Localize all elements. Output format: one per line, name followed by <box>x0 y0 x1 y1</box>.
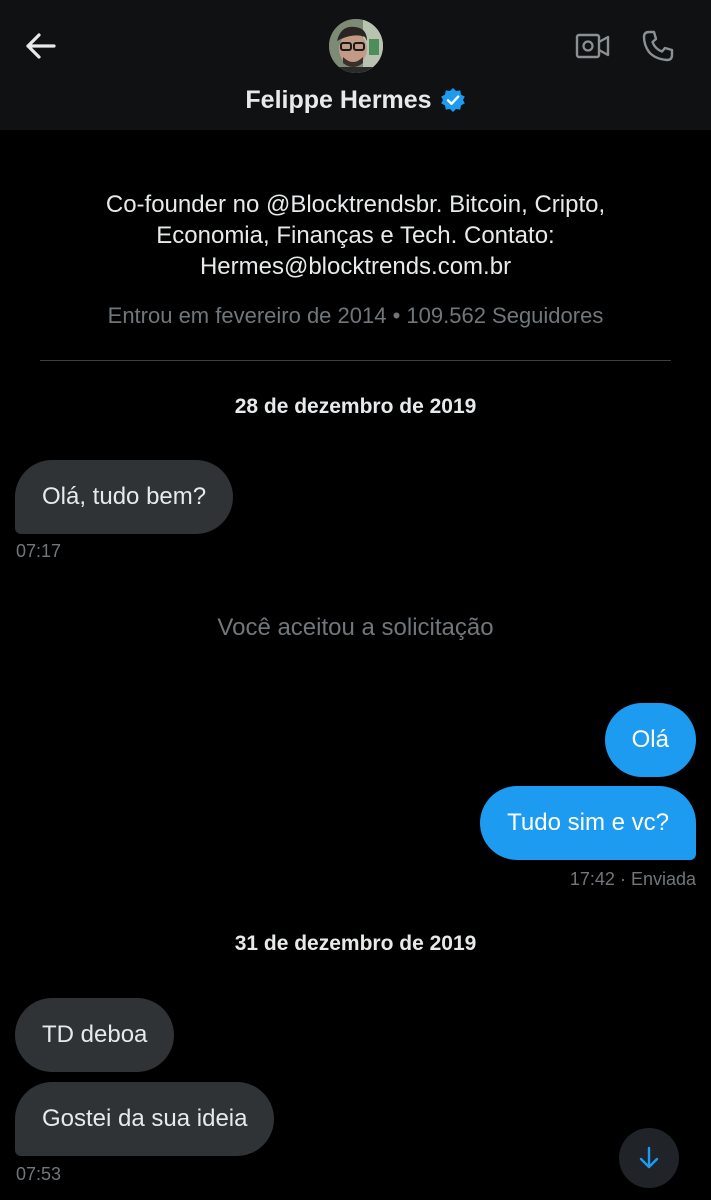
date-separator: 28 de dezembro de 2019 <box>234 395 477 418</box>
incoming-message[interactable]: Olá, tudo bem? <box>15 460 234 534</box>
contact-name: Felippe Hermes <box>245 85 432 114</box>
message-text: Olá, tudo bem? <box>42 483 207 510</box>
arrow-down-icon <box>639 1146 659 1169</box>
message-timestamp: 17:42 <box>569 869 615 889</box>
message-text: Tudo sim e vc? <box>507 809 669 836</box>
request-accepted-notice: Você aceitou a solicitação <box>217 614 494 641</box>
message-timestamp: 07:17 <box>16 541 62 561</box>
phone-call-button[interactable] <box>638 26 678 66</box>
date-separator: 31 de dezembro de 2019 <box>234 932 477 955</box>
video-call-icon <box>575 33 610 59</box>
message-status-row: 17:42 · Enviada <box>570 869 696 890</box>
bio-line: Economia, Finanças e Tech. Contato: <box>156 222 555 249</box>
incoming-message[interactable]: Gostei da sua ideia <box>15 1082 275 1156</box>
divider <box>40 360 671 361</box>
profile-bio: Co-founder no @Blocktrendsbr. Bitcoin, C… <box>40 189 671 282</box>
incoming-message[interactable]: TD deboa <box>15 998 175 1072</box>
message-text: TD deboa <box>42 1021 148 1048</box>
back-button[interactable] <box>20 26 60 66</box>
profile-photo <box>329 19 383 73</box>
outgoing-message[interactable]: Olá <box>604 703 696 777</box>
bio-line: Co-founder no @Blocktrendsbr. Bitcoin, C… <box>105 191 606 218</box>
header-name-row[interactable]: Felippe Hermes <box>0 82 711 118</box>
message-status: · Enviada <box>619 869 696 889</box>
video-call-button[interactable] <box>573 28 613 64</box>
chat-header: Felippe Hermes <box>0 0 711 130</box>
avatar[interactable] <box>329 19 383 73</box>
scroll-to-bottom-button[interactable] <box>619 1128 679 1188</box>
outgoing-message[interactable]: Tudo sim e vc? <box>480 786 696 860</box>
message-text: Olá <box>631 726 669 753</box>
phone-icon <box>642 30 674 62</box>
verified-badge-icon <box>440 87 466 113</box>
message-text: Gostei da sua ideia <box>42 1105 248 1132</box>
profile-meta: Entrou em fevereiro de 2014 • 109.562 Se… <box>107 303 604 328</box>
message-timestamp: 07:53 <box>16 1164 62 1184</box>
arrow-left-icon <box>26 33 56 59</box>
bio-line: Hermes@blocktrends.com.br <box>199 253 512 280</box>
